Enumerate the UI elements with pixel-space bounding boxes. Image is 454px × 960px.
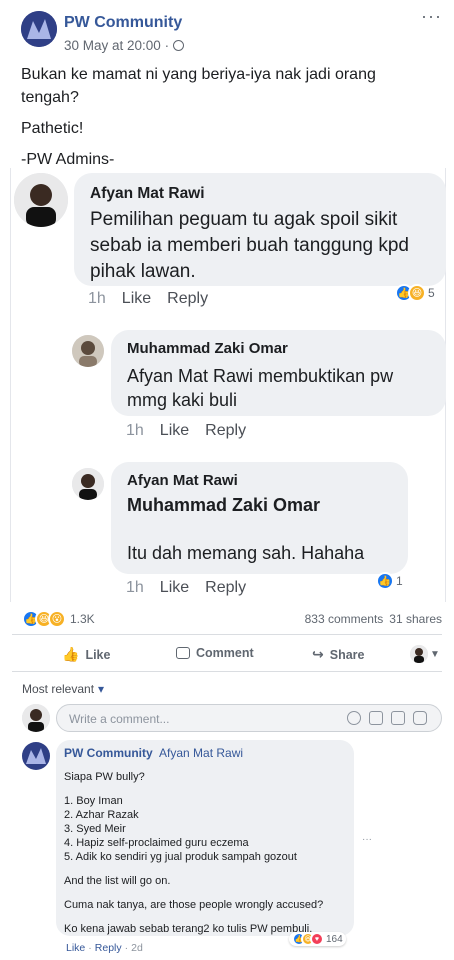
camera-icon[interactable] bbox=[369, 711, 383, 730]
page-reply-line: And the list will go on. bbox=[64, 875, 171, 887]
reply-time: 1h bbox=[126, 579, 144, 596]
separator: · bbox=[88, 942, 92, 954]
like-link[interactable]: Like bbox=[160, 579, 189, 597]
page-reply-line: 4. Hapiz self-proclaimed guru eczema bbox=[64, 837, 249, 849]
reply-text: Itu dah memang sah. Hahaha bbox=[127, 543, 365, 563]
page-reply-line: 2. Azhar Razak bbox=[64, 809, 139, 821]
like-reaction-icon: 👍 bbox=[376, 572, 394, 590]
love-reaction-icon: ♥ bbox=[310, 932, 324, 946]
like-link[interactable]: Like bbox=[66, 942, 85, 954]
page-reply-bubble: PW Community Afyan Mat Rawi Siapa PW bul… bbox=[56, 740, 354, 936]
like-link[interactable]: Like bbox=[122, 290, 151, 308]
reply-reactions[interactable]: 👍 1 bbox=[376, 572, 403, 590]
comment-count[interactable]: 833 comments bbox=[305, 612, 384, 626]
reply-actions: 1h Like Reply bbox=[126, 579, 246, 597]
sort-label: Most relevant bbox=[22, 682, 95, 696]
reply-line: Afyan Mat Rawi membuktikan pw bbox=[127, 366, 394, 386]
divider bbox=[12, 671, 442, 672]
page-reply-text: Siapa PW bully? 1. Boy Iman 2. Azhar Raz… bbox=[64, 770, 349, 936]
sticker-icon[interactable] bbox=[413, 711, 427, 730]
post-meta: 30 May at 20:00 · bbox=[64, 38, 185, 53]
reaction-total: 1.3K bbox=[70, 612, 95, 626]
like-link[interactable]: Like bbox=[160, 422, 189, 440]
page-reply-line: 1. Boy Iman bbox=[64, 795, 123, 807]
emoji-icon[interactable] bbox=[347, 711, 361, 730]
comment-options-button[interactable]: ··· bbox=[362, 834, 372, 845]
like-label: Like bbox=[85, 647, 111, 662]
comment-button[interactable]: Comment bbox=[176, 646, 254, 660]
reply-bubble: Afyan Mat Rawi Muhammad Zaki Omar Itu da… bbox=[111, 462, 408, 574]
comment-share-counts: 833 comments 31 shares bbox=[305, 612, 442, 626]
page-reply-mention[interactable]: Afyan Mat Rawi bbox=[159, 746, 243, 760]
gif-icon[interactable] bbox=[391, 711, 405, 730]
page-reply-author[interactable]: PW Community bbox=[64, 746, 153, 760]
reply-link[interactable]: Reply bbox=[95, 942, 122, 954]
reaction-count: 164 bbox=[326, 933, 343, 945]
page-reply-line: Siapa PW bully? bbox=[64, 771, 145, 783]
comment-author[interactable]: Afyan Mat Rawi bbox=[90, 185, 205, 203]
share-button[interactable]: ↪ Share bbox=[312, 646, 364, 663]
comment-input-placeholder: Write a comment... bbox=[69, 712, 170, 726]
post-line: Bukan ke mamat ni yang beriya-iya nak ja… bbox=[21, 66, 376, 83]
caret-down-icon: ▾ bbox=[98, 682, 105, 696]
reply-link[interactable]: Reply bbox=[167, 290, 208, 308]
comment-icon bbox=[176, 647, 190, 659]
like-button[interactable]: 👍 Like bbox=[62, 646, 110, 663]
reply-time: 1h bbox=[126, 422, 144, 439]
post-line: tengah? bbox=[21, 89, 79, 106]
page-reply-reactions[interactable]: 👍 😆 ♥ 164 bbox=[289, 932, 346, 946]
reply-line: mmg kaki buli bbox=[127, 390, 238, 410]
separator: · bbox=[124, 942, 129, 954]
commenter-avatar[interactable] bbox=[14, 173, 68, 227]
comment-time: 2d bbox=[131, 942, 143, 954]
share-icon: ↪ bbox=[312, 646, 324, 662]
reply-link[interactable]: Reply bbox=[205, 422, 246, 440]
page-reply-actions: Like · Reply · 2d bbox=[66, 942, 143, 954]
profile-switch-avatar[interactable] bbox=[410, 645, 428, 663]
reply-text: Afyan Mat Rawi membuktikan pw mmg kaki b… bbox=[127, 364, 393, 412]
comment-actions: 1h Like Reply bbox=[88, 290, 208, 308]
reply-bubble: Muhammad Zaki Omar Afyan Mat Rawi membuk… bbox=[111, 330, 446, 416]
post-options-button[interactable]: ··· bbox=[421, 6, 442, 27]
replier-avatar[interactable] bbox=[72, 468, 104, 500]
reaction-count: 1 bbox=[396, 574, 403, 588]
page-reply-line: 5. Adik ko sendiri yg jual produk sampah… bbox=[64, 851, 297, 863]
page-reply-line: 3. Syed Meir bbox=[64, 823, 126, 835]
post-reactions[interactable]: 👍 😆 😮 1.3K bbox=[22, 610, 95, 628]
comment-text: Pemilihan peguam tu agak spoil sikit seb… bbox=[90, 207, 409, 285]
comment-time: 1h bbox=[88, 290, 106, 307]
reply-author[interactable]: Afyan Mat Rawi bbox=[127, 472, 238, 489]
page-reply-header: PW Community Afyan Mat Rawi bbox=[64, 746, 243, 760]
page-avatar[interactable] bbox=[21, 11, 57, 47]
divider bbox=[12, 634, 442, 635]
comment-line: pihak lawan. bbox=[90, 261, 196, 282]
comment-input[interactable]: Write a comment... bbox=[56, 704, 442, 732]
replier-avatar[interactable] bbox=[72, 335, 104, 367]
reply-link[interactable]: Reply bbox=[205, 579, 246, 597]
wow-reaction-icon: 😮 bbox=[48, 610, 66, 628]
reply-actions: 1h Like Reply bbox=[126, 422, 246, 440]
comment-bubble: Afyan Mat Rawi Pemilihan peguam tu agak … bbox=[74, 173, 446, 286]
post-date[interactable]: 30 May at 20:00 · bbox=[64, 38, 169, 53]
comment-label: Comment bbox=[196, 646, 254, 660]
comment-line: Pemilihan peguam tu agak spoil sikit bbox=[90, 209, 398, 230]
page-name[interactable]: PW Community bbox=[64, 14, 182, 32]
page-avatar[interactable] bbox=[22, 742, 50, 770]
share-count[interactable]: 31 shares bbox=[389, 612, 442, 626]
comment-line: sebab ia memberi buah tanggung kpd bbox=[90, 235, 410, 256]
post-body: Bukan ke mamat ni yang beriya-iya nak ja… bbox=[21, 63, 441, 171]
current-user-avatar bbox=[22, 704, 50, 732]
comment-sort-dropdown[interactable]: Most relevant ▾ bbox=[22, 682, 104, 696]
share-label: Share bbox=[329, 647, 365, 662]
globe-icon bbox=[173, 40, 185, 51]
haha-reaction-icon: 😆 bbox=[408, 284, 426, 302]
chevron-down-icon[interactable]: ▼ bbox=[430, 649, 440, 660]
reply-mention[interactable]: Muhammad Zaki Omar bbox=[127, 495, 320, 516]
comment-reactions[interactable]: 👍 😆 5 bbox=[395, 284, 435, 302]
thumbs-up-icon: 👍 bbox=[62, 646, 80, 662]
page-reply-line: Cuma nak tanya, are those people wrongly… bbox=[64, 899, 324, 911]
reaction-count: 5 bbox=[428, 286, 435, 300]
post-line: Pathetic! bbox=[21, 120, 84, 137]
reply-author[interactable]: Muhammad Zaki Omar bbox=[127, 340, 288, 357]
